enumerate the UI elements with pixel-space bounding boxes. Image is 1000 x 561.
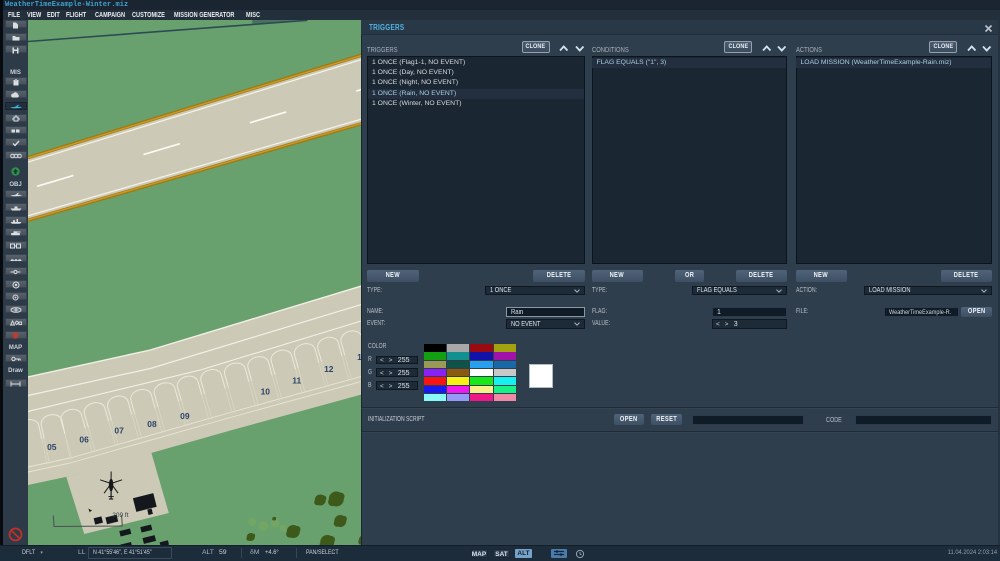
svg-text:12: 12 (324, 364, 334, 374)
svg-text:11: 11 (292, 375, 301, 385)
svg-text:10: 10 (260, 386, 270, 396)
svg-text:07: 07 (114, 425, 124, 435)
svg-text:05: 05 (47, 442, 57, 452)
svg-text:06: 06 (79, 434, 89, 444)
svg-text:08: 08 (147, 419, 157, 429)
svg-text:209 ft: 209 ft (112, 512, 128, 519)
svg-text:09: 09 (180, 411, 190, 421)
